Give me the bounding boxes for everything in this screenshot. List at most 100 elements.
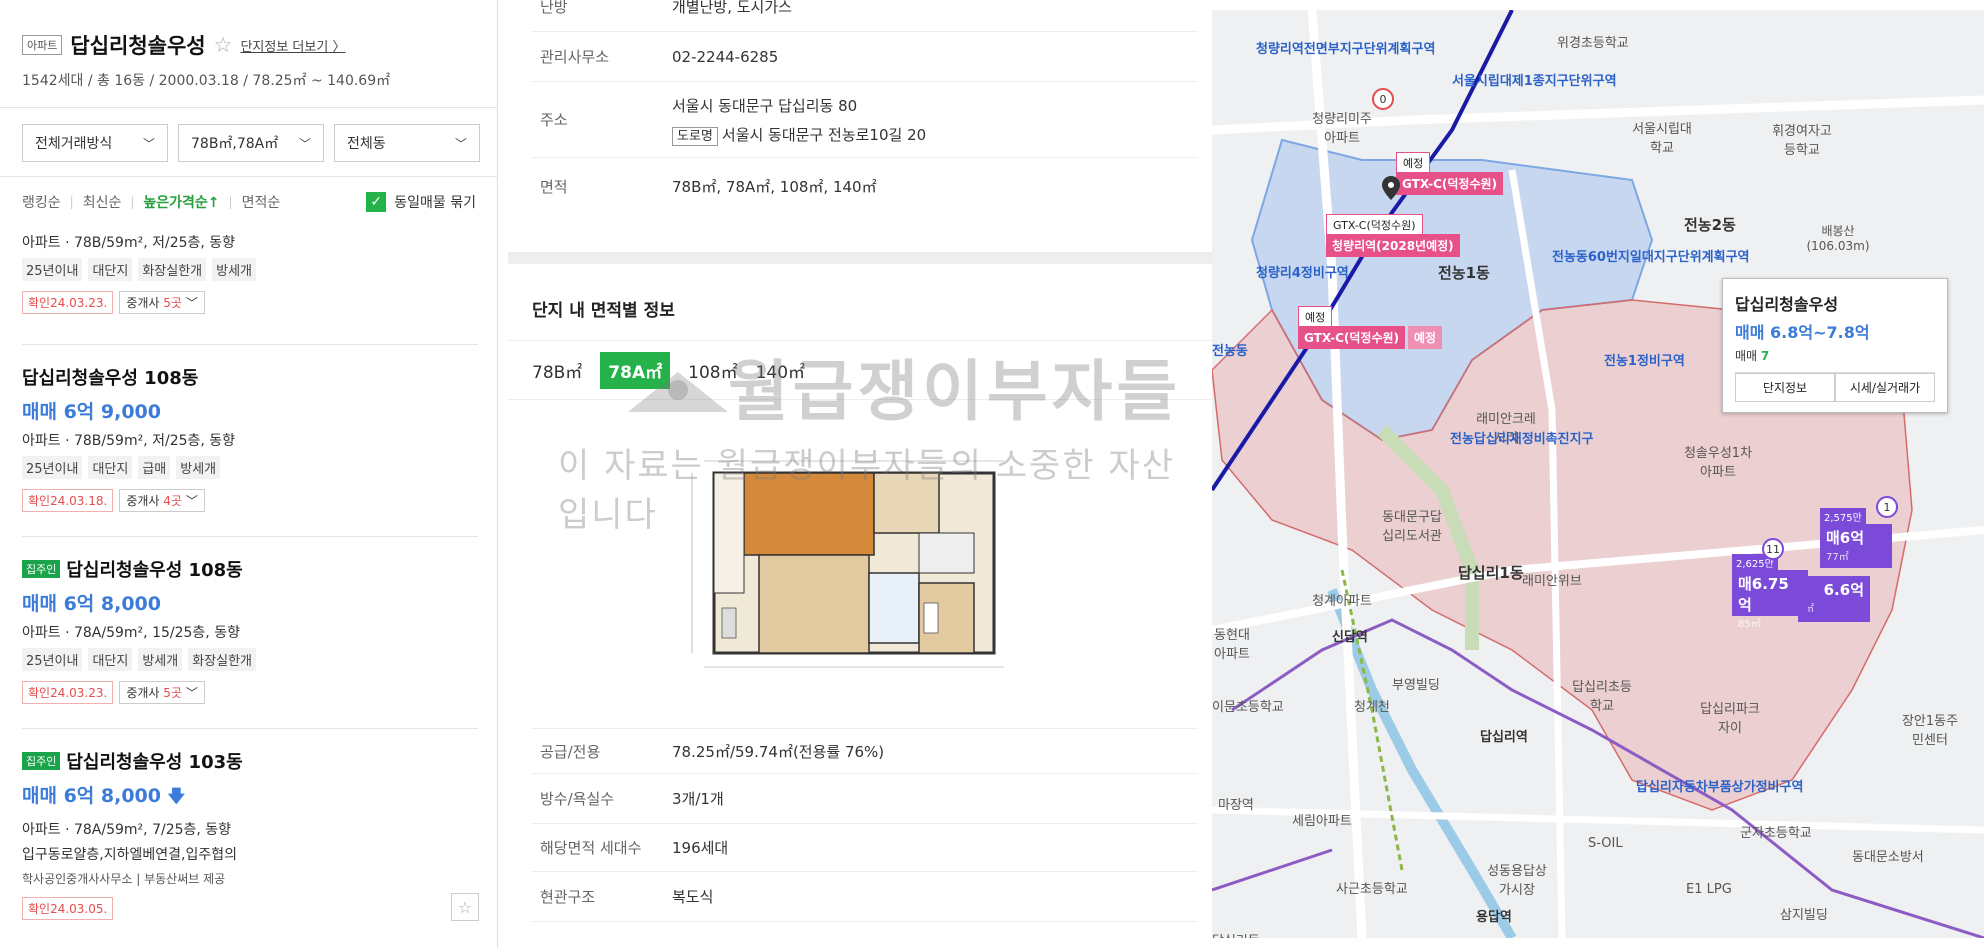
detail-row: 공급/전용 78.25㎡/59.74㎡(전용률 76%) <box>532 728 1198 774</box>
map-label: 청계아파트 <box>1312 594 1372 609</box>
price-marker[interactable]: 2,625만 매6.75억 85㎡ <box>1732 554 1808 630</box>
brokers-dropdown[interactable]: 중개사 5곳 ﹀ <box>119 291 205 314</box>
map-label: 답십리자동차부품상가정비구역 <box>1636 780 1804 795</box>
listing-panel: 아파트 답십리청솔우성 ☆ 단지정보 더보기 〉 1542세대 / 총 16동 … <box>0 0 498 948</box>
gtx-line-label[interactable]: GTX-C(덕정수원) <box>1298 326 1406 349</box>
map-view[interactable]: 청량리역전면부지구단위계획구역 서울시립대제1종지구단위구역 위경초등학교 서울… <box>1212 10 1984 938</box>
marker-area: 77㎡ <box>1826 552 1849 563</box>
tab-78a[interactable]: 78A㎡ <box>600 351 671 389</box>
listing-agency: 학사공인중개사사무소 | 부동산써브 제공 <box>22 872 226 886</box>
marker-price: 매6.75억 <box>1738 575 1789 614</box>
gtx-line-label[interactable]: GTX-C(덕정수원) <box>1396 172 1504 195</box>
trade-type-select[interactable]: 전체거래방식 ﹀ <box>22 124 168 162</box>
map-base <box>1212 10 1984 938</box>
info-row-heating: 난방 개별난방, 도시가스 <box>532 0 1198 32</box>
detail-value: 3개/1개 <box>672 790 724 808</box>
tab-108[interactable]: 108㎡ <box>688 358 737 383</box>
listing-count-bubble[interactable]: 0 <box>1372 88 1394 110</box>
brokers-dropdown[interactable]: 중개사 4곳 ﹀ <box>119 489 205 512</box>
sort-area[interactable]: 면적순 <box>242 192 281 212</box>
map-label: 답십리초등학교 <box>1572 680 1632 714</box>
map-label: 세림아파트 <box>1292 814 1352 829</box>
tag: 화장실한개 <box>188 648 257 671</box>
tag: 대단지 <box>88 456 133 479</box>
brokers-dropdown[interactable]: 중개사 5곳 ﹀ <box>119 681 205 704</box>
checkbox-checked-icon[interactable]: ✓ <box>366 191 387 212</box>
listing-title: 답십리청솔우성 108동 <box>66 560 243 581</box>
marker-area: ㎡ <box>1804 604 1814 615</box>
map-label: 동대문구답십리도서관 <box>1382 510 1442 544</box>
listing-spec: 아파트 · 78A/59m², 15/25층, 동향 <box>22 625 240 641</box>
favorite-star-icon[interactable]: ☆ <box>451 893 479 921</box>
road-address-value: 서울시 동대문구 전농로10길 20 <box>721 125 927 144</box>
popup-count-label: 매매 <box>1735 349 1758 363</box>
confirm-date: 확인24.03.23. <box>22 681 114 704</box>
listing-title: 답십리청솔우성 103동 <box>66 752 243 773</box>
chevron-down-icon: ﹀ <box>185 494 198 508</box>
map-label: 전농동60번지일대지구단위계획구역 <box>1552 250 1750 265</box>
listing-count-bubble[interactable]: 1 <box>1876 496 1898 518</box>
detail-label: 현관구조 <box>540 888 596 906</box>
group-same-toggle[interactable]: ✓ 동일매물 묶기 <box>366 191 476 212</box>
info-label: 난방 <box>540 0 568 16</box>
complex-more-link[interactable]: 단지정보 더보기 〉 <box>240 36 345 55</box>
list-item[interactable]: 아파트 · 78B/59m², 저/25층, 동향 25년이내 대단지 화장실한… <box>22 232 478 314</box>
map-label: 답십리파크자이 <box>1700 702 1760 736</box>
price-marker[interactable]: 6.6억 ㎡ <box>1798 576 1870 622</box>
listing-count-bubble[interactable]: 11 <box>1762 538 1784 560</box>
sort-price-high[interactable]: 높은가격순↑ <box>143 192 219 212</box>
map-label: 동현대아파트 <box>1214 628 1250 662</box>
sort-ranking[interactable]: 랭킹순 <box>22 192 61 212</box>
map-label: 청계천 <box>1354 700 1390 715</box>
area-select[interactable]: 78B㎡,78A㎡ ﹀ <box>178 124 324 162</box>
detail-value: 복도식 <box>672 888 714 906</box>
listing-spec: 아파트 · 78A/59m², 7/25층, 동향 <box>22 822 232 838</box>
marker-price: 6.6억 <box>1823 581 1864 599</box>
divider <box>22 536 478 537</box>
map-pin-icon[interactable] <box>1382 176 1400 200</box>
listing-title: 답십리청솔우성 108동 <box>22 368 199 389</box>
group-same-label: 동일매물 묶기 <box>394 194 476 211</box>
info-label: 면적 <box>540 177 568 196</box>
address-value: 서울시 동대문구 답십리동 80 <box>672 96 858 115</box>
popup-complex-info-button[interactable]: 단지정보 <box>1735 373 1835 402</box>
detail-label: 방수/욕실수 <box>540 790 615 808</box>
popup-price-history-button[interactable]: 시세/실거래가 <box>1835 373 1935 402</box>
chevron-down-icon: ﹀ <box>185 296 198 310</box>
tag: 방세개 <box>138 648 183 671</box>
detail-value: 78.25㎡/59.74㎡(전용률 76%) <box>672 742 885 761</box>
brokers-count: 4곳 <box>163 494 182 508</box>
tab-140[interactable]: 140㎡ <box>756 358 805 383</box>
area-section-title: 단지 내 면적별 정보 <box>532 301 675 321</box>
gtx-station-label[interactable]: 청량리역(2028년예정) <box>1326 234 1460 257</box>
listing-desc: 입구동로얄층,지하엘베연결,입주협의 <box>22 847 237 863</box>
list-item[interactable]: 집주인 답십리청솔우성 103동 매매 6억 8,000 🡇 아파트 · 78A/… <box>22 748 478 920</box>
brokers-label: 중개사 <box>126 686 160 700</box>
trade-type-value: 전체거래방식 <box>35 136 113 152</box>
map-label: 전농1동 <box>1438 264 1490 282</box>
listing-tags: 25년이내 대단지 급매 방세개 <box>22 456 478 479</box>
list-item[interactable]: 답십리청솔우성 108동 매매 6억 9,000 아파트 · 78B/59m²,… <box>22 364 478 512</box>
info-value: 02-2244-6285 <box>672 47 779 66</box>
tab-78b[interactable]: 78B㎡ <box>532 358 582 383</box>
price-marker[interactable]: 2,575만 매6억 77㎡ <box>1820 508 1892 568</box>
sort-latest[interactable]: 최신순 <box>83 192 122 212</box>
map-label: 청량리역전면부지구단위계획구역 <box>1256 42 1436 57</box>
dong-select[interactable]: 전체동 ﹀ <box>334 124 480 162</box>
tag: 25년이내 <box>22 456 83 479</box>
complex-summary: 1542세대 / 총 16동 / 2000.03.18 / 78.25㎡ ~ 1… <box>22 73 391 89</box>
info-label: 주소 <box>540 111 568 129</box>
tag: 화장실한개 <box>138 258 207 281</box>
map-label: 전농2동 <box>1684 216 1736 234</box>
favorite-star-icon[interactable]: ☆ <box>214 33 233 57</box>
complex-popup[interactable]: 답십리청솔우성 매매 6.8억~7.8억 매매 7 단지정보 시세/실거래가 <box>1722 278 1948 413</box>
detail-row: 해당면적 세대수 196세대 <box>532 824 1198 872</box>
map-label: 답십리동 <box>1212 930 1260 938</box>
map-label: 배봉산 (106.03m) <box>1806 224 1870 253</box>
gtx-line-label[interactable]: 예정 <box>1408 326 1443 349</box>
map-label: 전농동 <box>1212 344 1248 359</box>
listing-tags: 25년이내 대단지 방세개 화장실한개 <box>22 648 478 671</box>
list-item[interactable]: 집주인 답십리청솔우성 108동 매매 6억 8,000 아파트 · 78A/59… <box>22 556 478 704</box>
complex-detail-panel: 난방 개별난방, 도시가스 관리사무소 02-2244-6285 주소 서울시 … <box>508 0 1212 948</box>
map-label: 청량리4정비구역 <box>1256 266 1349 281</box>
